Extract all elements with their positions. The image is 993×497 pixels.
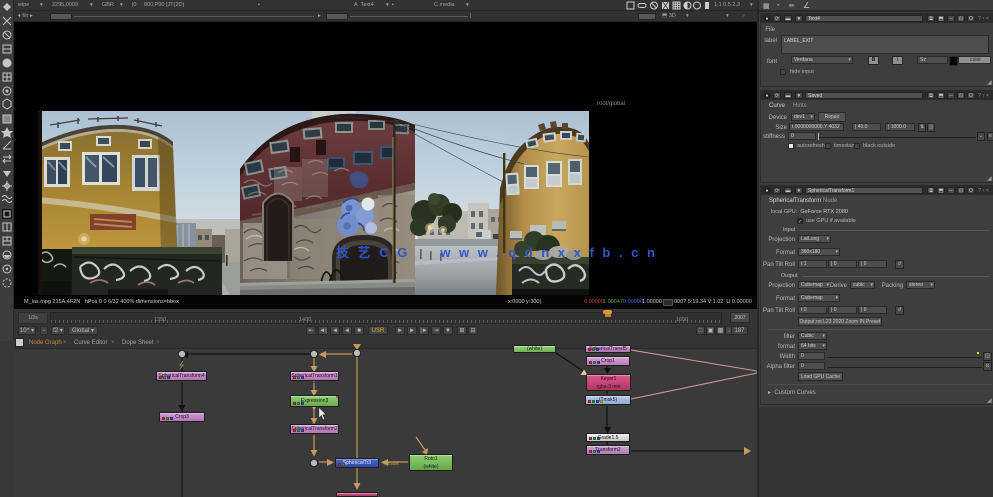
svg-text:mask: mask [386,461,399,467]
